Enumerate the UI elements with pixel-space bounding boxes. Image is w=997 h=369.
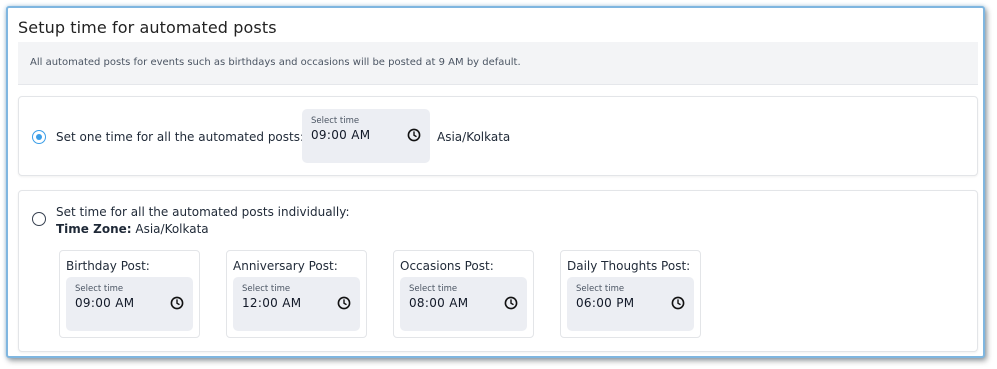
time-value: 08:00 AM [409,296,469,310]
info-text: All automated posts for events such as b… [30,57,521,68]
timezone-value: Asia/Kolkata [135,222,209,236]
individual-time-card: Set time for all the automated posts ind… [18,190,978,352]
single-time-radio[interactable] [32,130,46,144]
daily-thoughts-post-card: Daily Thoughts Post: Select time 06:00 P… [560,250,701,338]
occasions-post-card: Occasions Post: Select time 08:00 AM [393,250,534,338]
clock-icon[interactable] [504,296,518,310]
individual-time-label: Set time for all the automated posts ind… [56,205,350,219]
post-title: Occasions Post: [400,259,494,273]
time-caption: Select time [75,284,124,294]
single-time-card: Set one time for all the automated posts… [18,96,978,176]
timezone-title: Time Zone: [56,222,132,236]
daily-thoughts-time-picker[interactable]: Select time 06:00 PM [567,277,694,331]
clock-icon[interactable] [407,128,421,142]
time-value: 12:00 AM [242,296,302,310]
timezone-line: Time Zone: Asia/Kolkata [56,222,209,236]
timezone-label: Asia/Kolkata [437,130,511,144]
time-caption: Select time [311,116,360,126]
post-title: Birthday Post: [66,259,150,273]
clock-icon[interactable] [337,296,351,310]
time-value: 09:00 AM [75,296,135,310]
occasions-time-picker[interactable]: Select time 08:00 AM [400,277,527,331]
anniversary-post-card: Anniversary Post: Select time 12:00 AM [226,250,367,338]
time-caption: Select time [242,284,291,294]
post-title: Daily Thoughts Post: [567,259,691,273]
single-time-picker[interactable]: Select time 09:00 AM [302,109,430,163]
settings-panel: Setup time for automated posts All autom… [6,6,985,358]
time-value: 06:00 PM [576,296,635,310]
single-time-label: Set one time for all the automated posts… [56,130,305,144]
info-banner: All automated posts for events such as b… [18,42,978,85]
post-title: Anniversary Post: [233,259,338,273]
time-value: 09:00 AM [311,128,371,142]
clock-icon[interactable] [170,296,184,310]
time-caption: Select time [409,284,458,294]
individual-time-radio[interactable] [32,212,46,226]
anniversary-time-picker[interactable]: Select time 12:00 AM [233,277,360,331]
time-caption: Select time [576,284,625,294]
birthday-post-card: Birthday Post: Select time 09:00 AM [59,250,200,338]
clock-icon[interactable] [671,296,685,310]
page-title: Setup time for automated posts [18,18,277,37]
birthday-time-picker[interactable]: Select time 09:00 AM [66,277,193,331]
